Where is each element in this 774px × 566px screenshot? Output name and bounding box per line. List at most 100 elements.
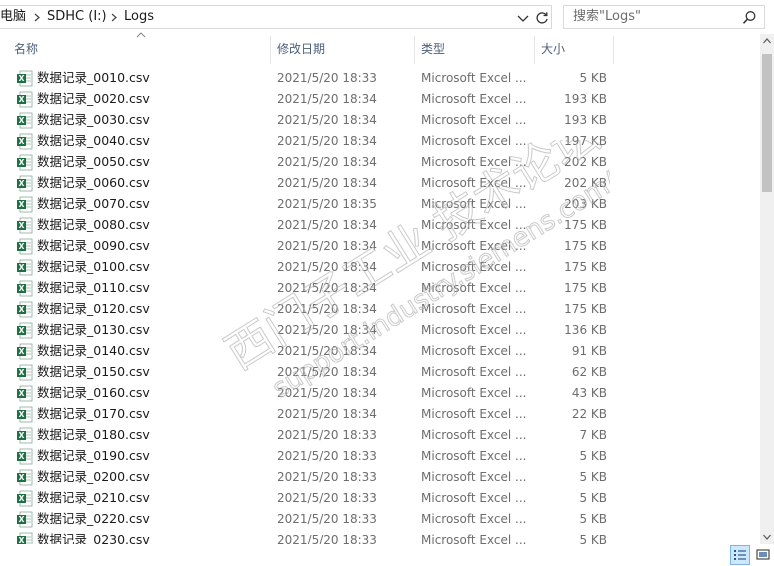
file-row[interactable]: X 数据记录_0120.csv 2021/5/20 18:34 Microsof…	[0, 299, 760, 320]
file-type: Microsoft Excel ...	[421, 302, 527, 316]
excel-csv-file-icon: X	[17, 280, 33, 297]
file-size: 43 KB	[571, 386, 607, 400]
file-name: 数据记录_0120.csv	[37, 301, 150, 316]
file-size: 7 KB	[579, 428, 607, 442]
chevron-right-icon[interactable]	[33, 13, 42, 22]
column-header-date-modified[interactable]: 修改日期	[271, 34, 414, 64]
file-date-modified: 2021/5/20 18:33	[277, 491, 377, 505]
file-size: 203 KB	[564, 197, 607, 211]
excel-csv-file-icon: X	[17, 448, 33, 465]
file-row[interactable]: X 数据记录_0090.csv 2021/5/20 18:34 Microsof…	[0, 236, 760, 257]
file-row[interactable]: X 数据记录_0230.csv 2021/5/20 18:33 Microsof…	[0, 530, 760, 544]
large-icons-view-icon	[756, 549, 770, 560]
excel-csv-file-icon: X	[17, 490, 33, 507]
file-date-modified: 2021/5/20 18:34	[277, 281, 377, 295]
file-row[interactable]: X 数据记录_0050.csv 2021/5/20 18:34 Microsof…	[0, 152, 760, 173]
file-type: Microsoft Excel ...	[421, 365, 527, 379]
file-row[interactable]: X 数据记录_0100.csv 2021/5/20 18:34 Microsof…	[0, 257, 760, 278]
file-row[interactable]: X 数据记录_0020.csv 2021/5/20 18:34 Microsof…	[0, 89, 760, 110]
file-type: Microsoft Excel ...	[421, 386, 527, 400]
file-type: Microsoft Excel ...	[421, 344, 527, 358]
file-size: 5 KB	[579, 491, 607, 505]
file-type: Microsoft Excel ...	[421, 428, 527, 442]
svg-text:X: X	[19, 158, 25, 167]
svg-text:X: X	[19, 326, 25, 335]
file-name: 数据记录_0050.csv	[37, 154, 150, 169]
file-date-modified: 2021/5/20 18:35	[277, 197, 377, 211]
svg-text:X: X	[19, 431, 25, 440]
file-date-modified: 2021/5/20 18:33	[277, 71, 377, 85]
excel-csv-file-icon: X	[17, 217, 33, 234]
file-row[interactable]: X 数据记录_0200.csv 2021/5/20 18:33 Microsof…	[0, 467, 760, 488]
breadcrumb-logs[interactable]: Logs	[124, 9, 154, 25]
file-date-modified: 2021/5/20 18:34	[277, 407, 377, 421]
file-row[interactable]: X 数据记录_0030.csv 2021/5/20 18:34 Microsof…	[0, 110, 760, 131]
file-name: 数据记录_0060.csv	[37, 175, 150, 190]
status-bar	[0, 544, 774, 566]
details-view-button[interactable]	[730, 545, 750, 565]
chevron-down-icon[interactable]	[515, 10, 531, 26]
file-name: 数据记录_0090.csv	[37, 238, 150, 253]
file-size: 175 KB	[564, 218, 607, 232]
file-row[interactable]: X 数据记录_0140.csv 2021/5/20 18:34 Microsof…	[0, 341, 760, 362]
file-date-modified: 2021/5/20 18:34	[277, 176, 377, 190]
file-row[interactable]: X 数据记录_0040.csv 2021/5/20 18:34 Microsof…	[0, 131, 760, 152]
file-type: Microsoft Excel ...	[421, 407, 527, 421]
file-date-modified: 2021/5/20 18:34	[277, 365, 377, 379]
column-header-type[interactable]: 类型	[415, 34, 534, 64]
file-row[interactable]: X 数据记录_0110.csv 2021/5/20 18:34 Microsof…	[0, 278, 760, 299]
file-type: Microsoft Excel ...	[421, 533, 527, 544]
file-size: 175 KB	[564, 281, 607, 295]
file-row[interactable]: X 数据记录_0150.csv 2021/5/20 18:34 Microsof…	[0, 362, 760, 383]
address-bar[interactable]: 电脑 SDHC (I:) Logs	[0, 5, 552, 29]
file-row[interactable]: X 数据记录_0210.csv 2021/5/20 18:33 Microsof…	[0, 488, 760, 509]
file-type: Microsoft Excel ...	[421, 281, 527, 295]
file-size: 202 KB	[564, 155, 607, 169]
scrollbar-thumb[interactable]	[762, 54, 772, 192]
column-header-size[interactable]: 大小	[535, 34, 613, 64]
search-placeholder: 搜索"Logs"	[573, 9, 641, 24]
large-icons-view-button[interactable]	[753, 545, 773, 565]
file-size: 22 KB	[571, 407, 607, 421]
scroll-down-arrow-icon[interactable]	[760, 530, 774, 544]
file-row[interactable]: X 数据记录_0010.csv 2021/5/20 18:33 Microsof…	[0, 68, 760, 89]
search-input[interactable]: 搜索"Logs"	[563, 5, 765, 29]
file-size: 175 KB	[564, 239, 607, 253]
excel-csv-file-icon: X	[17, 70, 33, 87]
excel-csv-file-icon: X	[17, 406, 33, 423]
file-row[interactable]: X 数据记录_0060.csv 2021/5/20 18:34 Microsof…	[0, 173, 760, 194]
file-row[interactable]: X 数据记录_0190.csv 2021/5/20 18:33 Microsof…	[0, 446, 760, 467]
breadcrumb-this-pc[interactable]: 电脑	[0, 9, 26, 25]
column-divider[interactable]	[613, 36, 614, 64]
column-header-name[interactable]: 名称	[8, 34, 270, 64]
excel-csv-file-icon: X	[17, 196, 33, 213]
svg-text:X: X	[19, 200, 25, 209]
file-row[interactable]: X 数据记录_0070.csv 2021/5/20 18:35 Microsof…	[0, 194, 760, 215]
file-row[interactable]: X 数据记录_0080.csv 2021/5/20 18:34 Microsof…	[0, 215, 760, 236]
file-date-modified: 2021/5/20 18:33	[277, 512, 377, 526]
file-row[interactable]: X 数据记录_0160.csv 2021/5/20 18:34 Microsof…	[0, 383, 760, 404]
svg-text:X: X	[19, 347, 25, 356]
file-date-modified: 2021/5/20 18:33	[277, 449, 377, 463]
refresh-icon[interactable]	[534, 10, 550, 26]
file-row[interactable]: X 数据记录_0220.csv 2021/5/20 18:33 Microsof…	[0, 509, 760, 530]
file-size: 5 KB	[579, 470, 607, 484]
chevron-right-icon[interactable]	[110, 13, 119, 22]
excel-csv-file-icon: X	[17, 322, 33, 339]
file-date-modified: 2021/5/20 18:34	[277, 155, 377, 169]
svg-text:X: X	[19, 473, 25, 482]
file-row[interactable]: X 数据记录_0130.csv 2021/5/20 18:34 Microsof…	[0, 320, 760, 341]
search-icon[interactable]	[742, 10, 757, 25]
file-row[interactable]: X 数据记录_0170.csv 2021/5/20 18:34 Microsof…	[0, 404, 760, 425]
file-name: 数据记录_0160.csv	[37, 385, 150, 400]
breadcrumb-sdhc-drive[interactable]: SDHC (I:)	[47, 9, 107, 25]
file-size: 175 KB	[564, 260, 607, 274]
file-name: 数据记录_0230.csv	[37, 532, 150, 544]
vertical-scrollbar[interactable]	[760, 34, 774, 544]
file-row[interactable]: X 数据记录_0180.csv 2021/5/20 18:33 Microsof…	[0, 425, 760, 446]
excel-csv-file-icon: X	[17, 133, 33, 150]
file-size: 5 KB	[579, 71, 607, 85]
excel-csv-file-icon: X	[17, 364, 33, 381]
scroll-up-arrow-icon[interactable]	[760, 34, 774, 48]
excel-csv-file-icon: X	[17, 175, 33, 192]
